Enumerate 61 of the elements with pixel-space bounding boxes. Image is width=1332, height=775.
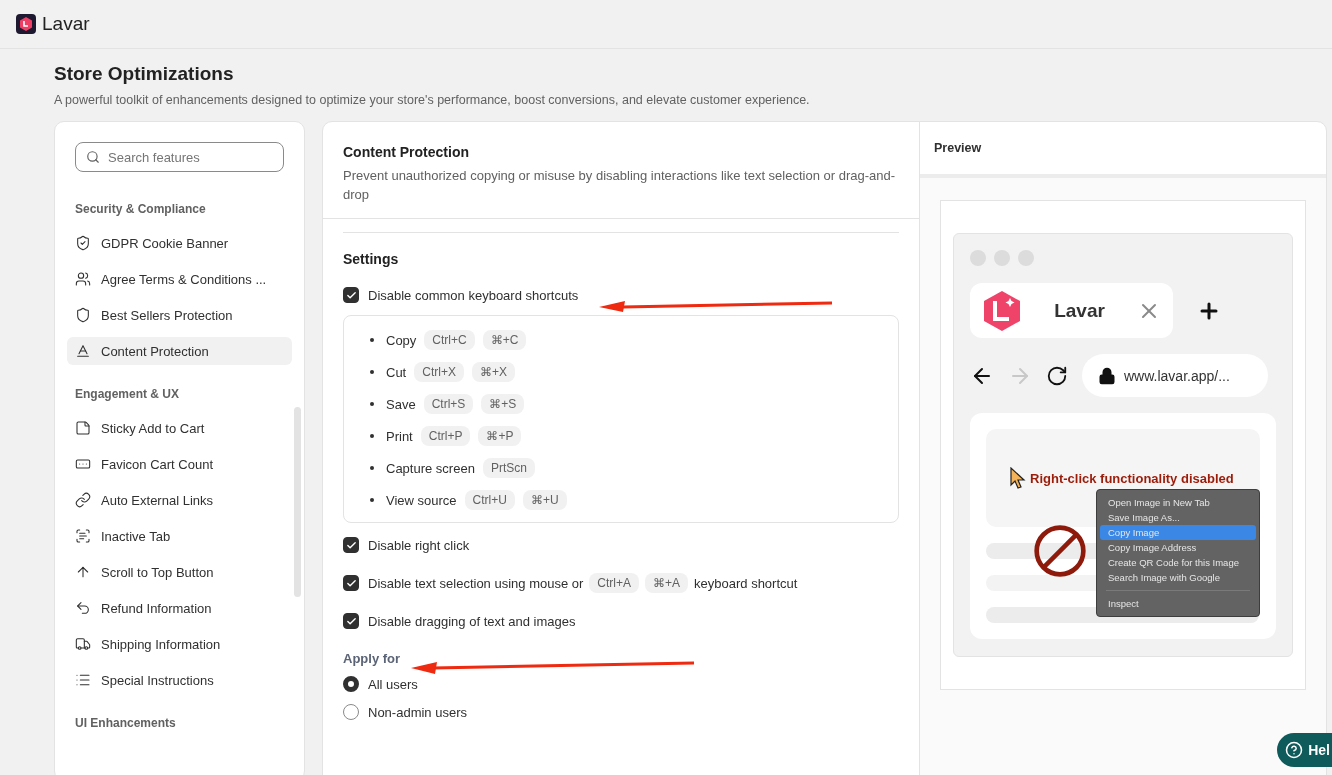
- key-badge: Ctrl+S: [423, 394, 474, 414]
- sidebar-item[interactable]: Scroll to Top Button: [67, 558, 292, 586]
- shortcut-action: Cut: [386, 364, 407, 380]
- page-title: Store Optimizations: [54, 63, 235, 85]
- sidebar-item[interactable]: Special Instructions: [67, 666, 292, 694]
- tab-title: Lavar: [1053, 299, 1106, 322]
- app-name: Lavar: [42, 13, 90, 35]
- sidebar-item[interactable]: Refund Information: [67, 594, 292, 622]
- key-badge: Ctrl+P: [420, 426, 471, 446]
- sidebar-item[interactable]: Content Protection: [67, 337, 292, 365]
- shortcut-action: View source: [386, 492, 457, 508]
- key-badge: ⌘+X: [471, 362, 515, 382]
- radio-label: Non-admin users: [368, 704, 467, 720]
- menu-item[interactable]: Inspect: [1100, 596, 1256, 611]
- shortcut-action: Capture screen: [386, 460, 475, 476]
- sidebar-item[interactable]: Inactive Tab: [67, 522, 292, 550]
- settings-heading: Settings: [343, 251, 400, 267]
- group-heading: Engagement & UX: [74, 387, 180, 401]
- sidebar-item[interactable]: Sticky Add to Cart: [67, 414, 292, 442]
- sidebar-item[interactable]: Best Sellers Protection: [67, 301, 292, 329]
- menu-item[interactable]: Search Image with Google: [1100, 570, 1256, 585]
- menu-item[interactable]: Create QR Code for this Image: [1100, 555, 1256, 570]
- search-field[interactable]: Search features: [75, 142, 284, 172]
- shortcut-action: Save: [386, 396, 416, 412]
- menu-item[interactable]: Copy Image Address: [1100, 540, 1256, 555]
- sidebar-item[interactable]: Favicon Cart Count: [67, 450, 292, 478]
- sidebar-item[interactable]: Auto External Links: [67, 486, 292, 514]
- shortcut-action: Copy: [386, 332, 417, 348]
- sidebar-item[interactable]: Agree Terms & Conditions ...: [67, 265, 292, 293]
- help-button[interactable]: Hel: [1277, 733, 1332, 767]
- key-badge: PrtScn: [482, 458, 535, 478]
- option-label: keyboard shortcut: [694, 575, 798, 591]
- search-input[interactable]: Search features: [106, 148, 273, 166]
- radio-label: All users: [368, 676, 418, 692]
- disabled-message: Right-click functionality disabled: [1030, 470, 1234, 486]
- key-badge: Ctrl+A: [589, 573, 640, 593]
- option-label: Disable dragging of text and images: [368, 613, 576, 629]
- key-badge: Ctrl+U: [464, 490, 515, 510]
- page-subtitle: A powerful toolkit of enhancements designed to optimize your store's performance, boost conversions, and elevate customer experience.: [54, 93, 811, 107]
- group-heading: UI Enhancements: [74, 716, 177, 730]
- key-badge: ⌘+P: [478, 426, 522, 446]
- sidebar-item[interactable]: Shipping Information: [67, 630, 292, 658]
- key-badge: ⌘+S: [481, 394, 525, 414]
- group-heading: Security & Compliance: [74, 202, 207, 216]
- option-label: Disable common keyboard shortcuts: [368, 287, 579, 303]
- shortcut-action: Print: [386, 428, 413, 444]
- key-badge: ⌘+A: [645, 573, 689, 593]
- menu-item[interactable]: Save Image As...: [1100, 510, 1256, 525]
- section-title: Content Protection: [343, 144, 470, 160]
- key-badge: ⌘+C: [482, 330, 527, 350]
- key-badge: Ctrl+X: [414, 362, 464, 382]
- address-bar[interactable]: www.lavar.app/...: [1082, 354, 1268, 397]
- apply-heading: Apply for: [343, 651, 402, 666]
- option-label: Disable right click: [368, 537, 470, 553]
- key-badge: Ctrl+C: [424, 330, 475, 350]
- menu-item[interactable]: Open Image in New Tab: [1100, 495, 1256, 510]
- option-label: Disable text selection using mouse or: [368, 575, 584, 591]
- section-description: Prevent unauthorized copying or misuse by disabling interactions like text selection or drag-and-drop: [343, 167, 897, 204]
- key-badge: ⌘+U: [522, 490, 567, 510]
- browser-tab[interactable]: Lavar: [970, 283, 1173, 338]
- sidebar-item[interactable]: GDPR Cookie Banner: [67, 229, 292, 257]
